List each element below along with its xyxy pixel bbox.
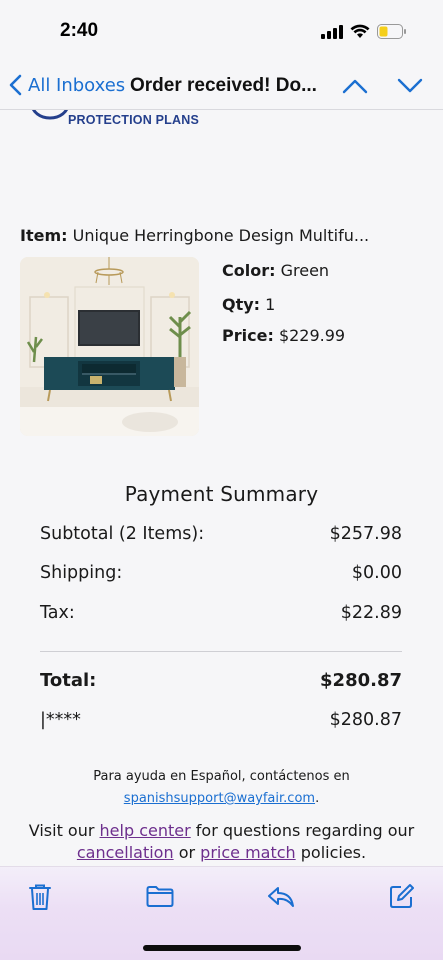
subtotal-row: Subtotal (2 Items): $257.98 — [40, 524, 402, 544]
status-icons — [321, 24, 407, 39]
visit-line-1: Visit our help center for questions rega… — [0, 820, 443, 842]
summary-divider — [40, 651, 402, 652]
item-label: Item: — [20, 226, 68, 245]
item-name: Unique Herringbone Design Multifu... — [72, 226, 370, 245]
help-center-link[interactable]: help center — [100, 821, 191, 840]
color-value: Green — [280, 261, 330, 280]
previous-message-icon[interactable] — [341, 76, 369, 96]
visit-suffix: policies. — [295, 843, 367, 862]
visit-line-2: cancellation or price match policies. — [0, 842, 443, 864]
protection-plans-label: PROTECTION PLANS — [68, 113, 199, 127]
total-row: Total: $280.87 — [40, 670, 402, 691]
compose-icon[interactable] — [389, 883, 415, 909]
price-match-link[interactable]: price match — [200, 843, 296, 862]
shipping-label: Shipping: — [40, 563, 123, 583]
tax-value: $22.89 — [340, 603, 402, 623]
mail-nav-bar: All Inboxes Order received! Do... — [0, 62, 443, 110]
qty-label: Qty: — [222, 295, 261, 314]
qty-value: 1 — [265, 295, 276, 314]
cancellation-link[interactable]: cancellation — [77, 843, 174, 862]
shipping-row: Shipping: $0.00 — [40, 563, 402, 583]
status-bar: 2:40 — [0, 0, 443, 62]
card-payment-row: |**** $280.87 — [40, 710, 402, 730]
item-name-line: Item: Unique Herringbone Design Multifu.… — [20, 226, 369, 245]
card-value: $280.87 — [329, 710, 402, 730]
item-qty: Qty: 1 — [222, 295, 275, 314]
subtotal-label: Subtotal (2 Items): — [40, 524, 205, 544]
signal-icon — [321, 24, 343, 39]
back-label: All Inboxes — [28, 74, 126, 96]
trash-icon[interactable] — [28, 883, 52, 911]
color-label: Color: — [222, 261, 276, 280]
next-message-icon[interactable] — [396, 76, 424, 96]
total-label: Total: — [40, 670, 97, 691]
spanish-help-contact: spanishsupport@wayfair.com. — [0, 788, 443, 810]
product-image[interactable] — [20, 257, 199, 436]
battery-icon — [377, 24, 406, 39]
spanish-support-email-link[interactable]: spanishsupport@wayfair.com — [124, 791, 315, 806]
chevron-left-icon — [9, 74, 22, 96]
tax-row: Tax: $22.89 — [40, 603, 402, 623]
email-body: PROTECTION PLANS Item: Unique Herringbon… — [0, 110, 443, 866]
tv-stand-photo — [20, 257, 199, 436]
price-label: Price: — [222, 326, 274, 345]
email-subject: Order received! Do... — [130, 75, 317, 96]
spanish-help: Para ayuda en Español, contáctenos en sp… — [0, 766, 443, 810]
price-value: $229.99 — [278, 326, 346, 345]
payment-summary-title: Payment Summary — [124, 482, 319, 506]
total-value: $280.87 — [320, 670, 402, 691]
subtotal-value: $257.98 — [329, 524, 402, 544]
visit-or: or — [173, 843, 201, 862]
tax-label: Tax: — [40, 603, 75, 623]
home-indicator — [143, 945, 301, 951]
item-color: Color: Green — [222, 261, 329, 280]
visit-prefix: Visit our — [28, 821, 100, 840]
status-time: 2:40 — [60, 20, 99, 41]
spanish-help-period: . — [315, 791, 320, 806]
card-label: |**** — [40, 710, 81, 730]
spanish-help-text: Para ayuda en Español, contáctenos en — [93, 769, 350, 784]
shipping-value: $0.00 — [351, 563, 402, 583]
back-to-inboxes-button[interactable]: All Inboxes — [9, 74, 125, 96]
item-price: Price: $229.99 — [222, 326, 345, 345]
protection-plans-logo — [32, 110, 68, 120]
visit-help-text: Visit our help center for questions rega… — [0, 820, 443, 864]
wifi-icon — [350, 24, 370, 38]
folder-icon[interactable] — [146, 885, 174, 907]
visit-middle: for questions regarding our — [190, 821, 415, 840]
reply-icon[interactable] — [267, 885, 295, 909]
